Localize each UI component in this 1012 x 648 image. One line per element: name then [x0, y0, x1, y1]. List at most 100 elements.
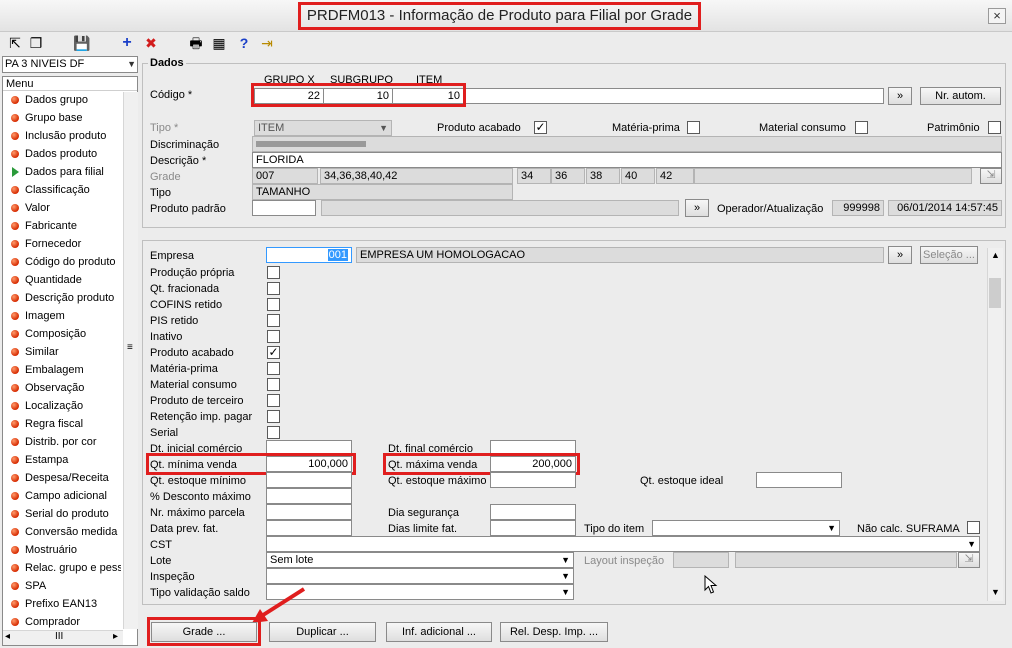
filial-checkbox[interactable] [267, 426, 280, 439]
scroll-thumb[interactable] [989, 278, 1001, 308]
desc-max-field[interactable] [266, 488, 352, 504]
inf-adicional-button[interactable]: Inf. adicional ... [386, 622, 492, 642]
empresa-code-field[interactable]: 001 [266, 247, 352, 263]
produto-padrao-nav-button[interactable]: » [685, 199, 709, 217]
layout-inspecao-button[interactable]: ⇲ [958, 552, 980, 568]
scroll-up-icon[interactable]: ▲ [991, 250, 1000, 260]
duplicar-button[interactable]: Duplicar ... [269, 622, 376, 642]
menu-item[interactable]: Embalagem [3, 361, 121, 379]
tipo2-label: Tipo [150, 187, 171, 199]
print-icon[interactable]: 🖶 [187, 35, 205, 51]
menu-item[interactable]: Observação [3, 379, 121, 397]
menu-item[interactable]: Mostruário [3, 541, 121, 559]
menu-item[interactable]: Campo adicional [3, 487, 121, 505]
tipo-item-select[interactable]: ▼ [652, 520, 840, 536]
menu-item[interactable]: Valor [3, 199, 121, 217]
descricao-field[interactable]: FLORIDA [252, 152, 1002, 168]
delete-icon[interactable]: ✖ [142, 35, 160, 51]
selecao-button[interactable]: Seleção ... [920, 246, 978, 264]
codigo-nav-button[interactable]: » [888, 87, 912, 105]
rel-desp-imp-button[interactable]: Rel. Desp. Imp. ... [500, 622, 608, 642]
menu-item[interactable]: Imagem [3, 307, 121, 325]
menu-item[interactable]: Código do produto [3, 253, 121, 271]
qt-est-ideal-field[interactable] [756, 472, 842, 488]
inspecao-select[interactable]: ▼ [266, 568, 574, 584]
calculator-icon[interactable]: ▦ [210, 35, 228, 51]
menu-item[interactable]: Conversão medida [3, 523, 121, 541]
grade-scroll-button[interactable]: ⇲ [980, 168, 1002, 184]
menu-item[interactable]: Dados para filial [3, 163, 121, 181]
cst-select[interactable]: ▼ [266, 536, 980, 552]
menu-item[interactable]: Despesa/Receita [3, 469, 121, 487]
menu-item-label: Serial do produto [25, 508, 109, 520]
filial-checkbox[interactable] [267, 362, 280, 375]
menu-item[interactable]: Composição [3, 325, 121, 343]
nao-calc-checkbox[interactable] [967, 521, 980, 534]
menu-item[interactable]: Descrição produto [3, 289, 121, 307]
menu-item[interactable]: Fabricante [3, 217, 121, 235]
materia-prima-checkbox[interactable] [687, 121, 700, 134]
filial-checkbox[interactable] [267, 394, 280, 407]
copy-icon[interactable]: ❐ [27, 35, 45, 51]
empresa-nav-button[interactable]: » [888, 246, 912, 264]
filial-scrollbar[interactable]: ▲ ▼ [987, 248, 1003, 601]
menu-item[interactable]: Dados grupo [3, 91, 121, 109]
menu-item[interactable]: Comprador [3, 613, 121, 631]
add-icon[interactable]: + [118, 35, 136, 51]
codigo-description-field[interactable] [464, 88, 884, 104]
filial-checkbox[interactable] [267, 410, 280, 423]
scroll-down-icon[interactable]: ▼ [991, 587, 1000, 597]
menu-item[interactable]: Dados produto [3, 145, 121, 163]
tipo-select[interactable]: ITEM ▼ [254, 120, 392, 136]
menu-item[interactable]: Distrib. por cor [3, 433, 121, 451]
menu-item[interactable]: Estampa [3, 451, 121, 469]
menu-item[interactable]: Localização [3, 397, 121, 415]
menu-item[interactable]: Fornecedor [3, 235, 121, 253]
menu-item[interactable]: Regra fiscal [3, 415, 121, 433]
close-button[interactable]: × [988, 8, 1006, 24]
lote-label: Lote [150, 555, 172, 567]
material-consumo-checkbox[interactable] [855, 121, 868, 134]
data-prev-fat-field[interactable] [266, 520, 352, 536]
patrimonio-checkbox[interactable] [988, 121, 1001, 134]
menu-item[interactable]: Quantidade [3, 271, 121, 289]
filial-combo[interactable]: PA 3 NIVEIS DF ▼ [2, 56, 138, 73]
help-icon[interactable]: ? [235, 35, 253, 51]
tipo-validacao-select[interactable]: ▼ [266, 584, 574, 600]
chevron-down-icon: ▼ [967, 539, 976, 549]
produto-acabado-checkbox[interactable]: ✓ [534, 121, 547, 134]
nr-max-parcela-field[interactable] [266, 504, 352, 520]
qt-est-min-field[interactable] [266, 472, 352, 488]
filial-checkbox[interactable]: ✓ [267, 346, 280, 359]
filial-checkbox[interactable] [267, 266, 280, 279]
menu-scrollbar[interactable]: ≡ [123, 92, 138, 629]
menu-item[interactable]: Inclusão produto [3, 127, 121, 145]
menu-hscrollbar[interactable]: ◂ III ▸ [3, 630, 123, 645]
menu-item[interactable]: Similar [3, 343, 121, 361]
dias-limite-field[interactable] [490, 520, 576, 536]
filial-checkbox[interactable] [267, 314, 280, 327]
codigo-highlight [251, 83, 466, 107]
menu-item[interactable]: Grupo base [3, 109, 121, 127]
filial-checkbox[interactable] [267, 378, 280, 391]
scroll-right-icon[interactable]: ▸ [113, 631, 118, 642]
menu-item[interactable]: Serial do produto [3, 505, 121, 523]
nr-autom-button[interactable]: Nr. autom. [920, 87, 1001, 105]
menu-item[interactable]: SPA [3, 577, 121, 595]
export-icon[interactable]: ⇱ [6, 35, 24, 51]
filial-checkbox[interactable] [267, 330, 280, 343]
menu-item[interactable]: Classificação [3, 181, 121, 199]
lote-select[interactable]: Sem lote ▼ [266, 552, 574, 568]
qt-est-max-field[interactable] [490, 472, 576, 488]
filial-checkbox[interactable] [267, 282, 280, 295]
dia-seguranca-field[interactable] [490, 504, 576, 520]
produto-padrao-field[interactable] [252, 200, 316, 216]
filial-checkbox[interactable] [267, 298, 280, 311]
menu-item-label: Inclusão produto [25, 130, 107, 142]
save-icon[interactable]: 💾 [73, 35, 91, 51]
menu-item[interactable]: Relac. grupo e pess [3, 559, 121, 577]
menu-item[interactable]: Prefixo EAN13 [3, 595, 121, 613]
scroll-left-icon[interactable]: ◂ [5, 631, 10, 642]
desc-max-label: % Desconto máximo [150, 491, 251, 503]
exit-icon[interactable]: ⇥ [258, 35, 276, 51]
